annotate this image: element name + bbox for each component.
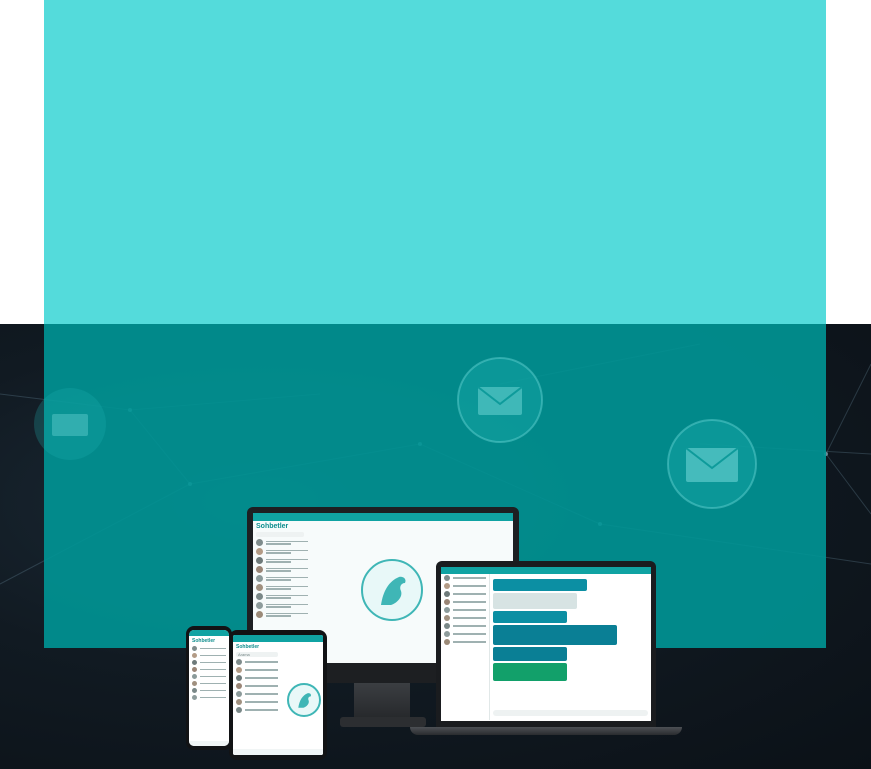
avatar (192, 646, 197, 651)
list-item[interactable] (253, 565, 311, 574)
avatar (256, 602, 263, 609)
avatar (444, 623, 450, 629)
list-item[interactable] (253, 547, 311, 556)
avatar (444, 599, 450, 605)
message-bubble (493, 611, 567, 623)
list-item[interactable] (253, 556, 311, 565)
avatar (192, 660, 197, 665)
list-item[interactable] (253, 574, 311, 583)
landing-hero: Sohbetler Sohbetler Arama Sohbetler (0, 0, 871, 769)
laptop-screen (441, 567, 651, 721)
phone-app-title: Sohbetler (192, 638, 216, 644)
laptop-chat-list (441, 574, 490, 720)
list-item[interactable] (189, 680, 229, 687)
list-item[interactable] (189, 659, 229, 666)
laptop-conversation (490, 574, 651, 720)
message-bubble (493, 625, 617, 645)
avatar (256, 575, 263, 582)
avatar (192, 695, 197, 700)
avatar (256, 611, 263, 618)
list-item[interactable] (233, 674, 281, 682)
avatar (236, 699, 242, 705)
list-item[interactable] (441, 582, 489, 590)
tablet-topbar (233, 635, 323, 642)
list-item[interactable] (441, 574, 489, 582)
message-bubble (493, 593, 577, 609)
avatar (444, 615, 450, 621)
monitor-search-field[interactable] (256, 532, 304, 537)
laptop (436, 561, 656, 727)
avatar (192, 667, 197, 672)
monitor-stand (354, 683, 410, 719)
avatar (444, 639, 450, 645)
avatar (192, 688, 197, 693)
avatar (444, 591, 450, 597)
list-item[interactable] (189, 694, 229, 701)
list-item[interactable] (189, 687, 229, 694)
phone-screen: Sohbetler (189, 630, 229, 746)
message-input[interactable] (493, 710, 648, 716)
list-item[interactable] (233, 666, 281, 674)
avatar (236, 691, 242, 697)
list-item[interactable] (253, 592, 311, 601)
avatar (256, 566, 263, 573)
avatar (192, 681, 197, 686)
avatar (236, 659, 242, 665)
message-bubble (493, 579, 587, 591)
avatar (192, 653, 197, 658)
avatar (236, 707, 242, 713)
devices-mockup: Sohbetler Sohbetler Arama Sohbetler (0, 0, 871, 769)
list-item[interactable] (441, 622, 489, 630)
message-bubble (493, 663, 567, 681)
horse-logo-icon (361, 559, 423, 621)
list-item[interactable] (253, 601, 311, 610)
list-item[interactable] (233, 682, 281, 690)
list-item[interactable] (441, 638, 489, 646)
list-item[interactable] (189, 652, 229, 659)
list-item[interactable] (233, 690, 281, 698)
avatar (444, 575, 450, 581)
list-item[interactable] (189, 666, 229, 673)
avatar (256, 584, 263, 591)
avatar (256, 557, 263, 564)
laptop-base (410, 727, 682, 735)
list-item[interactable] (189, 673, 229, 680)
avatar (236, 683, 242, 689)
list-item[interactable] (189, 645, 229, 652)
phone-bottom-nav[interactable] (189, 741, 229, 746)
avatar (256, 539, 263, 546)
list-item[interactable] (441, 598, 489, 606)
list-item[interactable] (233, 706, 281, 714)
list-item[interactable] (441, 614, 489, 622)
avatar (444, 583, 450, 589)
avatar (236, 675, 242, 681)
avatar (444, 631, 450, 637)
list-item[interactable] (253, 583, 311, 592)
monitor-topbar (253, 513, 513, 521)
list-item[interactable] (253, 610, 311, 619)
horse-logo-icon (287, 683, 321, 717)
avatar (256, 593, 263, 600)
message-bubble (493, 647, 567, 661)
avatar (236, 667, 242, 673)
list-item[interactable] (441, 630, 489, 638)
tablet: Sohbetler Arama (229, 630, 327, 760)
list-item[interactable] (233, 658, 281, 666)
laptop-topbar (441, 567, 651, 574)
avatar (444, 607, 450, 613)
monitor-app-title: Sohbetler (256, 523, 289, 530)
list-item[interactable] (441, 590, 489, 598)
tablet-search-field[interactable]: Arama (236, 652, 278, 657)
tablet-app-title: Sohbetler (236, 644, 260, 650)
phone: Sohbetler (186, 626, 232, 750)
list-item[interactable] (441, 606, 489, 614)
tablet-screen: Sohbetler Arama (233, 635, 323, 755)
avatar (256, 548, 263, 555)
monitor-base (340, 717, 426, 727)
avatar (192, 674, 197, 679)
list-item[interactable] (233, 698, 281, 706)
tablet-bottom-nav[interactable] (233, 749, 323, 755)
list-item[interactable] (253, 538, 311, 547)
